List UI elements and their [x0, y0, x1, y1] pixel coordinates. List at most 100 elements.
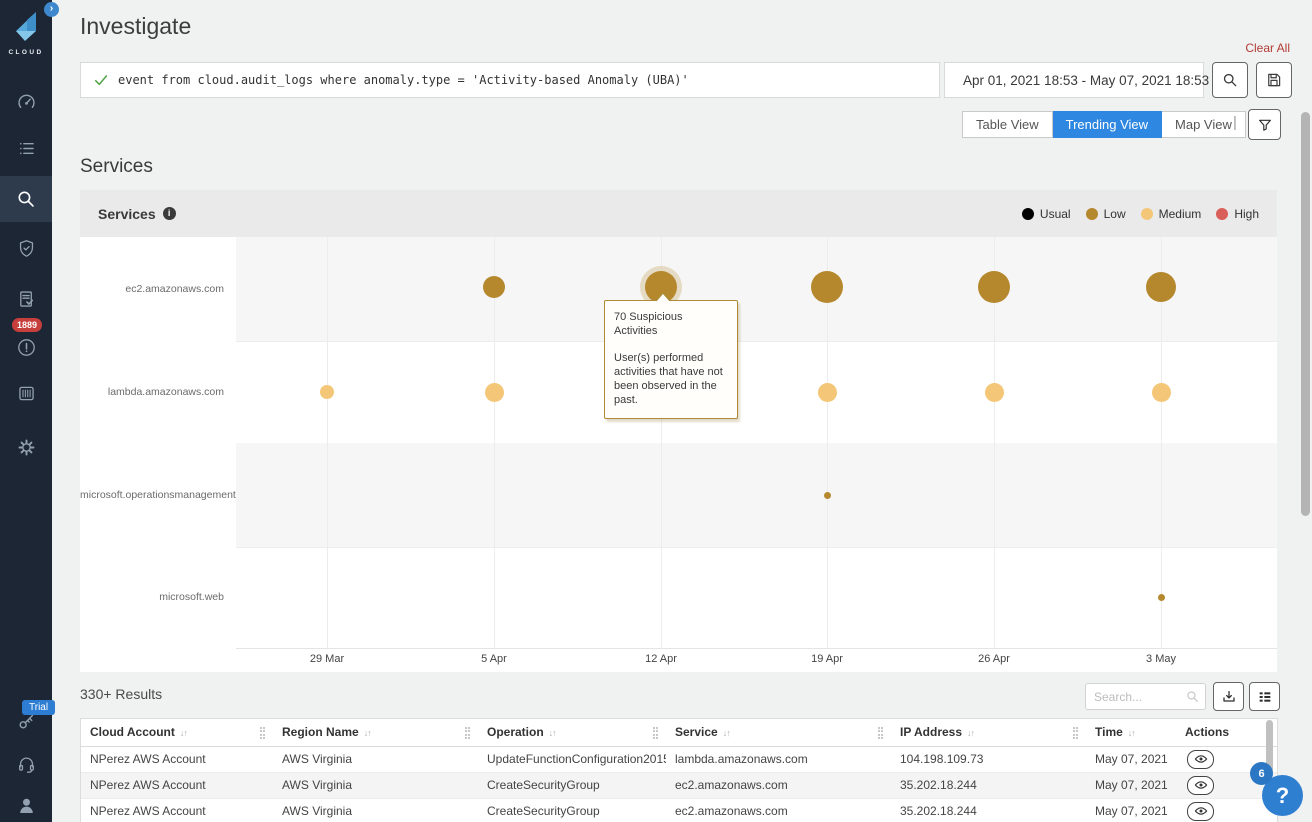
column-resize-handle[interactable]: [465, 727, 470, 739]
save-search-button[interactable]: [1256, 62, 1292, 98]
help-notification-badge: 6: [1250, 762, 1273, 785]
sidebar-item-settings[interactable]: [0, 427, 52, 467]
run-search-button[interactable]: [1212, 62, 1248, 98]
sidebar-expand-button[interactable]: ›: [44, 2, 59, 17]
chart-axis-label: 3 May: [1131, 653, 1191, 665]
save-icon: [1265, 71, 1283, 89]
tab-table-view[interactable]: Table View: [962, 111, 1053, 138]
column-header-time[interactable]: Time ↓↑: [1086, 719, 1176, 746]
page-title: Investigate: [80, 13, 191, 40]
date-range-picker[interactable]: Apr 01, 2021 18:53 - May 07, 2021 18:53: [944, 62, 1204, 98]
view-event-button[interactable]: [1187, 802, 1214, 821]
chart-bubble[interactable]: [320, 385, 334, 399]
chart-bubble[interactable]: [483, 276, 505, 298]
cell-operation: UpdateFunctionConfiguration2015033...: [478, 746, 666, 772]
sidebar-item-profile[interactable]: [0, 785, 52, 822]
sort-icon[interactable]: ↓↑: [364, 728, 371, 738]
sort-icon[interactable]: ↓↑: [1128, 728, 1135, 738]
query-input[interactable]: event from cloud.audit_logs where anomal…: [80, 62, 940, 98]
eye-icon: [1194, 778, 1208, 792]
list-icon: [16, 138, 37, 159]
column-resize-handle[interactable]: [260, 727, 265, 739]
clear-all-link[interactable]: Clear All: [1245, 41, 1290, 55]
chart-bubble[interactable]: [1146, 272, 1176, 302]
column-resize-handle[interactable]: [1073, 727, 1078, 739]
chart-bubble[interactable]: [824, 492, 831, 499]
column-header-actions: Actions: [1176, 719, 1277, 746]
sidebar-item-policies[interactable]: [0, 128, 52, 168]
chart-row-band: [236, 443, 1277, 547]
filter-button[interactable]: [1248, 109, 1281, 140]
column-header-ip-address[interactable]: IP Address↓↑: [891, 719, 1086, 746]
sort-icon[interactable]: ↓↑: [549, 728, 556, 738]
magnifier-icon: [1221, 71, 1239, 89]
chart-bubble[interactable]: [1158, 594, 1165, 601]
question-mark-icon: ?: [1276, 783, 1289, 809]
chart-row-band: [236, 547, 1277, 648]
column-header-cloud-account[interactable]: Cloud Account↓↑: [81, 719, 273, 746]
column-header-label: Actions: [1185, 725, 1229, 739]
view-tabs: Table View Trending View Map View: [962, 111, 1246, 138]
eye-icon: [1194, 752, 1208, 766]
sidebar-item-compliance[interactable]: [0, 228, 52, 268]
download-button[interactable]: [1213, 682, 1244, 711]
chart-bubble[interactable]: [1152, 383, 1171, 402]
table-row[interactable]: NPerez AWS AccountAWS VirginiaCreateSecu…: [81, 798, 1277, 822]
cell-ip-address: 104.198.109.73: [891, 746, 1086, 772]
help-button[interactable]: 6 ?: [1262, 775, 1303, 816]
column-header-region-name[interactable]: Region Name↓↑: [273, 719, 478, 746]
chart-bubble[interactable]: [485, 383, 504, 402]
table-header-row: Cloud Account↓↑Region Name↓↑Operation↓↑S…: [81, 719, 1277, 746]
filter-icon: [1257, 117, 1273, 133]
chart-row-band: [236, 237, 1277, 341]
shield-check-icon: [16, 238, 37, 259]
tab-trending-view[interactable]: Trending View: [1053, 111, 1162, 138]
column-header-label: Service: [675, 725, 718, 739]
cell-time: May 07, 2021: [1086, 798, 1176, 822]
chart-gridline: [327, 237, 328, 648]
separator: |: [1233, 114, 1237, 131]
download-icon: [1221, 689, 1237, 705]
sidebar-item-alerts[interactable]: [0, 327, 52, 367]
gear-icon: [16, 437, 37, 458]
column-header-operation[interactable]: Operation↓↑: [478, 719, 666, 746]
chart-bubble[interactable]: [978, 271, 1010, 303]
results-table: Cloud Account↓↑Region Name↓↑Operation↓↑S…: [81, 719, 1277, 822]
view-event-button[interactable]: [1187, 776, 1214, 795]
chart-row-label: microsoft.web: [80, 547, 230, 648]
results-count: 330+ Results: [80, 686, 162, 702]
cell-ip-address: 35.202.18.244: [891, 798, 1086, 822]
sidebar-item-support[interactable]: [0, 744, 52, 784]
column-resize-handle[interactable]: [878, 727, 883, 739]
cell-service: lambda.amazonaws.com: [666, 746, 891, 772]
sort-icon[interactable]: ↓↑: [723, 728, 730, 738]
logo-text: CLOUD: [0, 49, 52, 56]
cell-cloud-account: NPerez AWS Account: [81, 746, 273, 772]
page-scrollbar[interactable]: [1301, 112, 1310, 516]
sort-icon[interactable]: ↓↑: [180, 728, 187, 738]
chart-bubble[interactable]: [985, 383, 1004, 402]
table-row[interactable]: NPerez AWS AccountAWS VirginiaCreateSecu…: [81, 772, 1277, 798]
sidebar-item-investigate[interactable]: [0, 179, 52, 219]
sort-icon[interactable]: ↓↑: [967, 728, 974, 738]
query-valid-check-icon: [93, 72, 109, 88]
table-row[interactable]: NPerez AWS AccountAWS VirginiaUpdateFunc…: [81, 746, 1277, 772]
column-header-label: Time: [1095, 725, 1123, 739]
eye-icon: [1194, 804, 1208, 818]
prisma-cloud-logo-icon: [12, 10, 40, 42]
sidebar-item-reports[interactable]: [0, 279, 52, 319]
chart-bubble[interactable]: [818, 383, 837, 402]
person-icon: [16, 795, 37, 816]
column-settings-button[interactable]: [1249, 682, 1280, 711]
column-resize-handle[interactable]: [653, 727, 658, 739]
chart-bubble[interactable]: [811, 271, 843, 303]
cell-service: ec2.amazonaws.com: [666, 798, 891, 822]
chart-row-label: ec2.amazonaws.com: [80, 237, 230, 341]
column-header-service[interactable]: Service ↓↑: [666, 719, 891, 746]
sidebar-item-dashboard[interactable]: [0, 82, 52, 122]
view-event-button[interactable]: [1187, 750, 1214, 769]
cell-operation: CreateSecurityGroup: [478, 798, 666, 822]
cell-cloud-account: NPerez AWS Account: [81, 798, 273, 822]
sidebar-item-inventory[interactable]: [0, 373, 52, 413]
chart-axis-label: 29 Mar: [297, 653, 357, 665]
